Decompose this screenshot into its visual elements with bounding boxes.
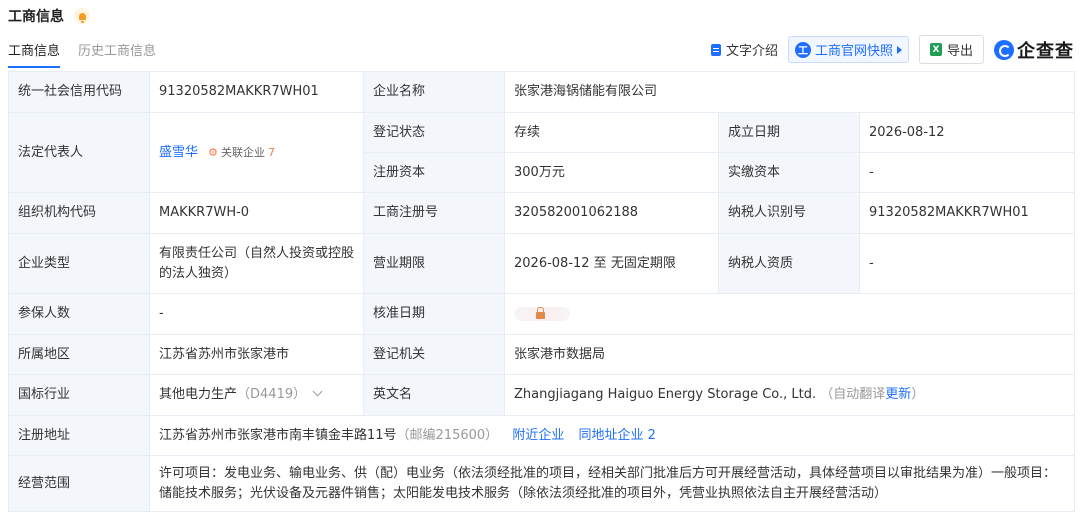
paid-capital-label: 实缴资本 — [718, 152, 860, 193]
insured-label: 参保人数 — [8, 293, 150, 335]
credit-code-label: 统一社会信用代码 — [8, 71, 150, 113]
locked-value-blur[interactable] — [514, 306, 570, 321]
approval-date-value — [503, 293, 1076, 335]
reg-no-label: 工商注册号 — [363, 192, 505, 234]
taxpayer-qual-value: - — [858, 233, 1076, 294]
taxpayer-id-label: 纳税人识别号 — [718, 192, 860, 234]
auto-translate-note-end: ） — [911, 387, 925, 402]
export-button[interactable]: X 导出 — [918, 35, 984, 64]
toolbar: 文字介绍 工 工商官网快照 X 导出 企查查 — [710, 35, 1074, 64]
table-row: 经营范围 许可项目：发电业务、输电业务、供（配）电业务（依法须经批准的项目，经相… — [8, 455, 1076, 512]
table-row: 法定代表人 盛雪华 ⚙ 关联企业 7 登记状态 存续 成立日期 2026-08-… — [8, 112, 1076, 193]
export-label: 导出 — [946, 44, 973, 59]
term-value: 2026-08-12 至 无固定期限 — [504, 233, 719, 294]
table-row: 参保人数 - 核准日期 — [8, 293, 1076, 335]
credit-code-value: 91320582MAKKR7WH01 — [149, 71, 364, 113]
english-name-value: Zhangjiagang Haiguo Energy Storage Co., … — [514, 387, 817, 402]
table-row: 企业类型 有限责任公司（自然人投资或控股的法人独资） 营业期限 2026-08-… — [8, 233, 1076, 294]
table-row: 国标行业 其他电力生产（D4419） 英文名 Zhangjiagang Haig… — [8, 374, 1076, 416]
same-address-companies-link[interactable]: 同地址企业 2 — [578, 428, 655, 443]
table-row: 注册地址 江苏省苏州市张家港市南丰镇金丰路11号（邮编215600） 附近企业 … — [8, 415, 1076, 456]
tab-history-business-info[interactable]: 历史工商信息 — [78, 40, 156, 68]
region-value: 江苏省苏州市张家港市 — [149, 334, 364, 375]
table-row: 所属地区 江苏省苏州市张家港市 登记机关 张家港市数据局 — [8, 334, 1076, 375]
reg-capital-value: 300万元 — [504, 152, 719, 193]
scope-value: 许可项目：发电业务、输电业务、供（配）电业务（依法须经批准的项目，经相关部门批准… — [148, 455, 1076, 512]
paid-capital-value: - — [858, 152, 1076, 193]
english-name-cell: Zhangjiagang Haiguo Energy Storage Co., … — [503, 374, 1076, 416]
auto-translate-note: （自动翻译 — [820, 387, 886, 402]
tab-business-info[interactable]: 工商信息 — [8, 40, 61, 68]
gov-seal-icon: 工 — [794, 41, 811, 58]
excel-icon: X — [929, 43, 942, 56]
approval-date-label: 核准日期 — [363, 293, 505, 335]
org-code-value: MAKKR7WH-0 — [149, 192, 364, 234]
address-value: 江苏省苏州市张家港市南丰镇金丰路11号 — [159, 427, 397, 443]
reg-capital-label: 注册资本 — [363, 152, 505, 193]
company-type-value: 有限责任公司（自然人投资或控股的法人独资） — [149, 233, 364, 294]
update-link[interactable]: 更新 — [885, 387, 911, 402]
related-count: 7 — [268, 145, 276, 159]
text-intro-button[interactable]: 文字介绍 — [710, 40, 778, 59]
region-label: 所属地区 — [8, 334, 150, 375]
reg-status-value: 存续 — [504, 112, 719, 153]
english-name-label: 英文名 — [363, 374, 505, 416]
section-header: 工商信息 — [8, 6, 90, 26]
reg-authority-label: 登记机关 — [363, 334, 505, 375]
text-intro-label: 文字介绍 — [725, 44, 778, 59]
company-name-value: 张家港海锅储能有限公司 — [503, 71, 1076, 113]
bell-icon[interactable] — [74, 8, 90, 24]
business-info-table: 统一社会信用代码 91320582MAKKR7WH01 企业名称 张家港海锅储能… — [8, 71, 1076, 512]
scope-label: 经营范围 — [8, 455, 150, 512]
chevron-down-icon[interactable] — [312, 386, 323, 397]
snapshot-label: 工商官网快照 — [814, 44, 893, 59]
logo-mark-icon — [994, 39, 1014, 60]
term-label: 营业期限 — [363, 233, 505, 294]
legal-rep-cell: 盛雪华 ⚙ 关联企业 7 — [149, 112, 364, 193]
reg-no-value: 320582001062188 — [504, 192, 719, 234]
industry-code: （D4419） — [237, 387, 307, 402]
legal-rep-link[interactable]: 盛雪华 — [159, 145, 198, 160]
company-type-label: 企业类型 — [8, 233, 150, 294]
postcode: （邮编215600） — [396, 427, 499, 443]
lock-icon — [536, 306, 545, 319]
address-cell: 江苏省苏州市张家港市南丰镇金丰路11号（邮编215600） 附近企业 同地址企业… — [148, 415, 1076, 456]
logo-text: 企查查 — [1017, 40, 1074, 62]
industry-value: 其他电力生产 — [159, 387, 238, 402]
reg-authority-value: 张家港市数据局 — [503, 334, 1076, 375]
reg-status-label: 登记状态 — [363, 112, 505, 153]
taxpayer-id-value: 91320582MAKKR7WH01 — [858, 192, 1076, 234]
related-companies-tag[interactable]: ⚙ 关联企业 7 — [208, 143, 275, 163]
qichacha-logo: 企查查 — [994, 37, 1074, 63]
insured-value: - — [149, 293, 364, 335]
table-row: 组织机构代码 MAKKR7WH-0 工商注册号 320582001062188 … — [8, 192, 1076, 234]
tab-bar: 工商信息 历史工商信息 — [8, 40, 156, 68]
company-name-label: 企业名称 — [363, 71, 505, 113]
nearby-companies-link[interactable]: 附近企业 — [512, 428, 564, 443]
legal-rep-label: 法定代表人 — [8, 112, 150, 193]
official-snapshot-button[interactable]: 工 工商官网快照 — [787, 36, 909, 63]
est-date-value: 2026-08-12 — [858, 112, 1076, 153]
org-code-label: 组织机构代码 — [8, 192, 150, 234]
link-icon: ⚙ — [208, 145, 219, 159]
industry-cell[interactable]: 其他电力生产（D4419） — [149, 374, 364, 416]
document-icon — [710, 43, 721, 56]
section-title: 工商信息 — [8, 9, 64, 25]
related-label: 关联企业 — [221, 145, 266, 159]
address-label: 注册地址 — [8, 415, 150, 456]
industry-label: 国标行业 — [8, 374, 150, 416]
arrow-right-icon — [896, 45, 902, 54]
taxpayer-qual-label: 纳税人资质 — [718, 233, 860, 294]
est-date-label: 成立日期 — [718, 112, 860, 153]
table-row: 统一社会信用代码 91320582MAKKR7WH01 企业名称 张家港海锅储能… — [8, 71, 1076, 113]
